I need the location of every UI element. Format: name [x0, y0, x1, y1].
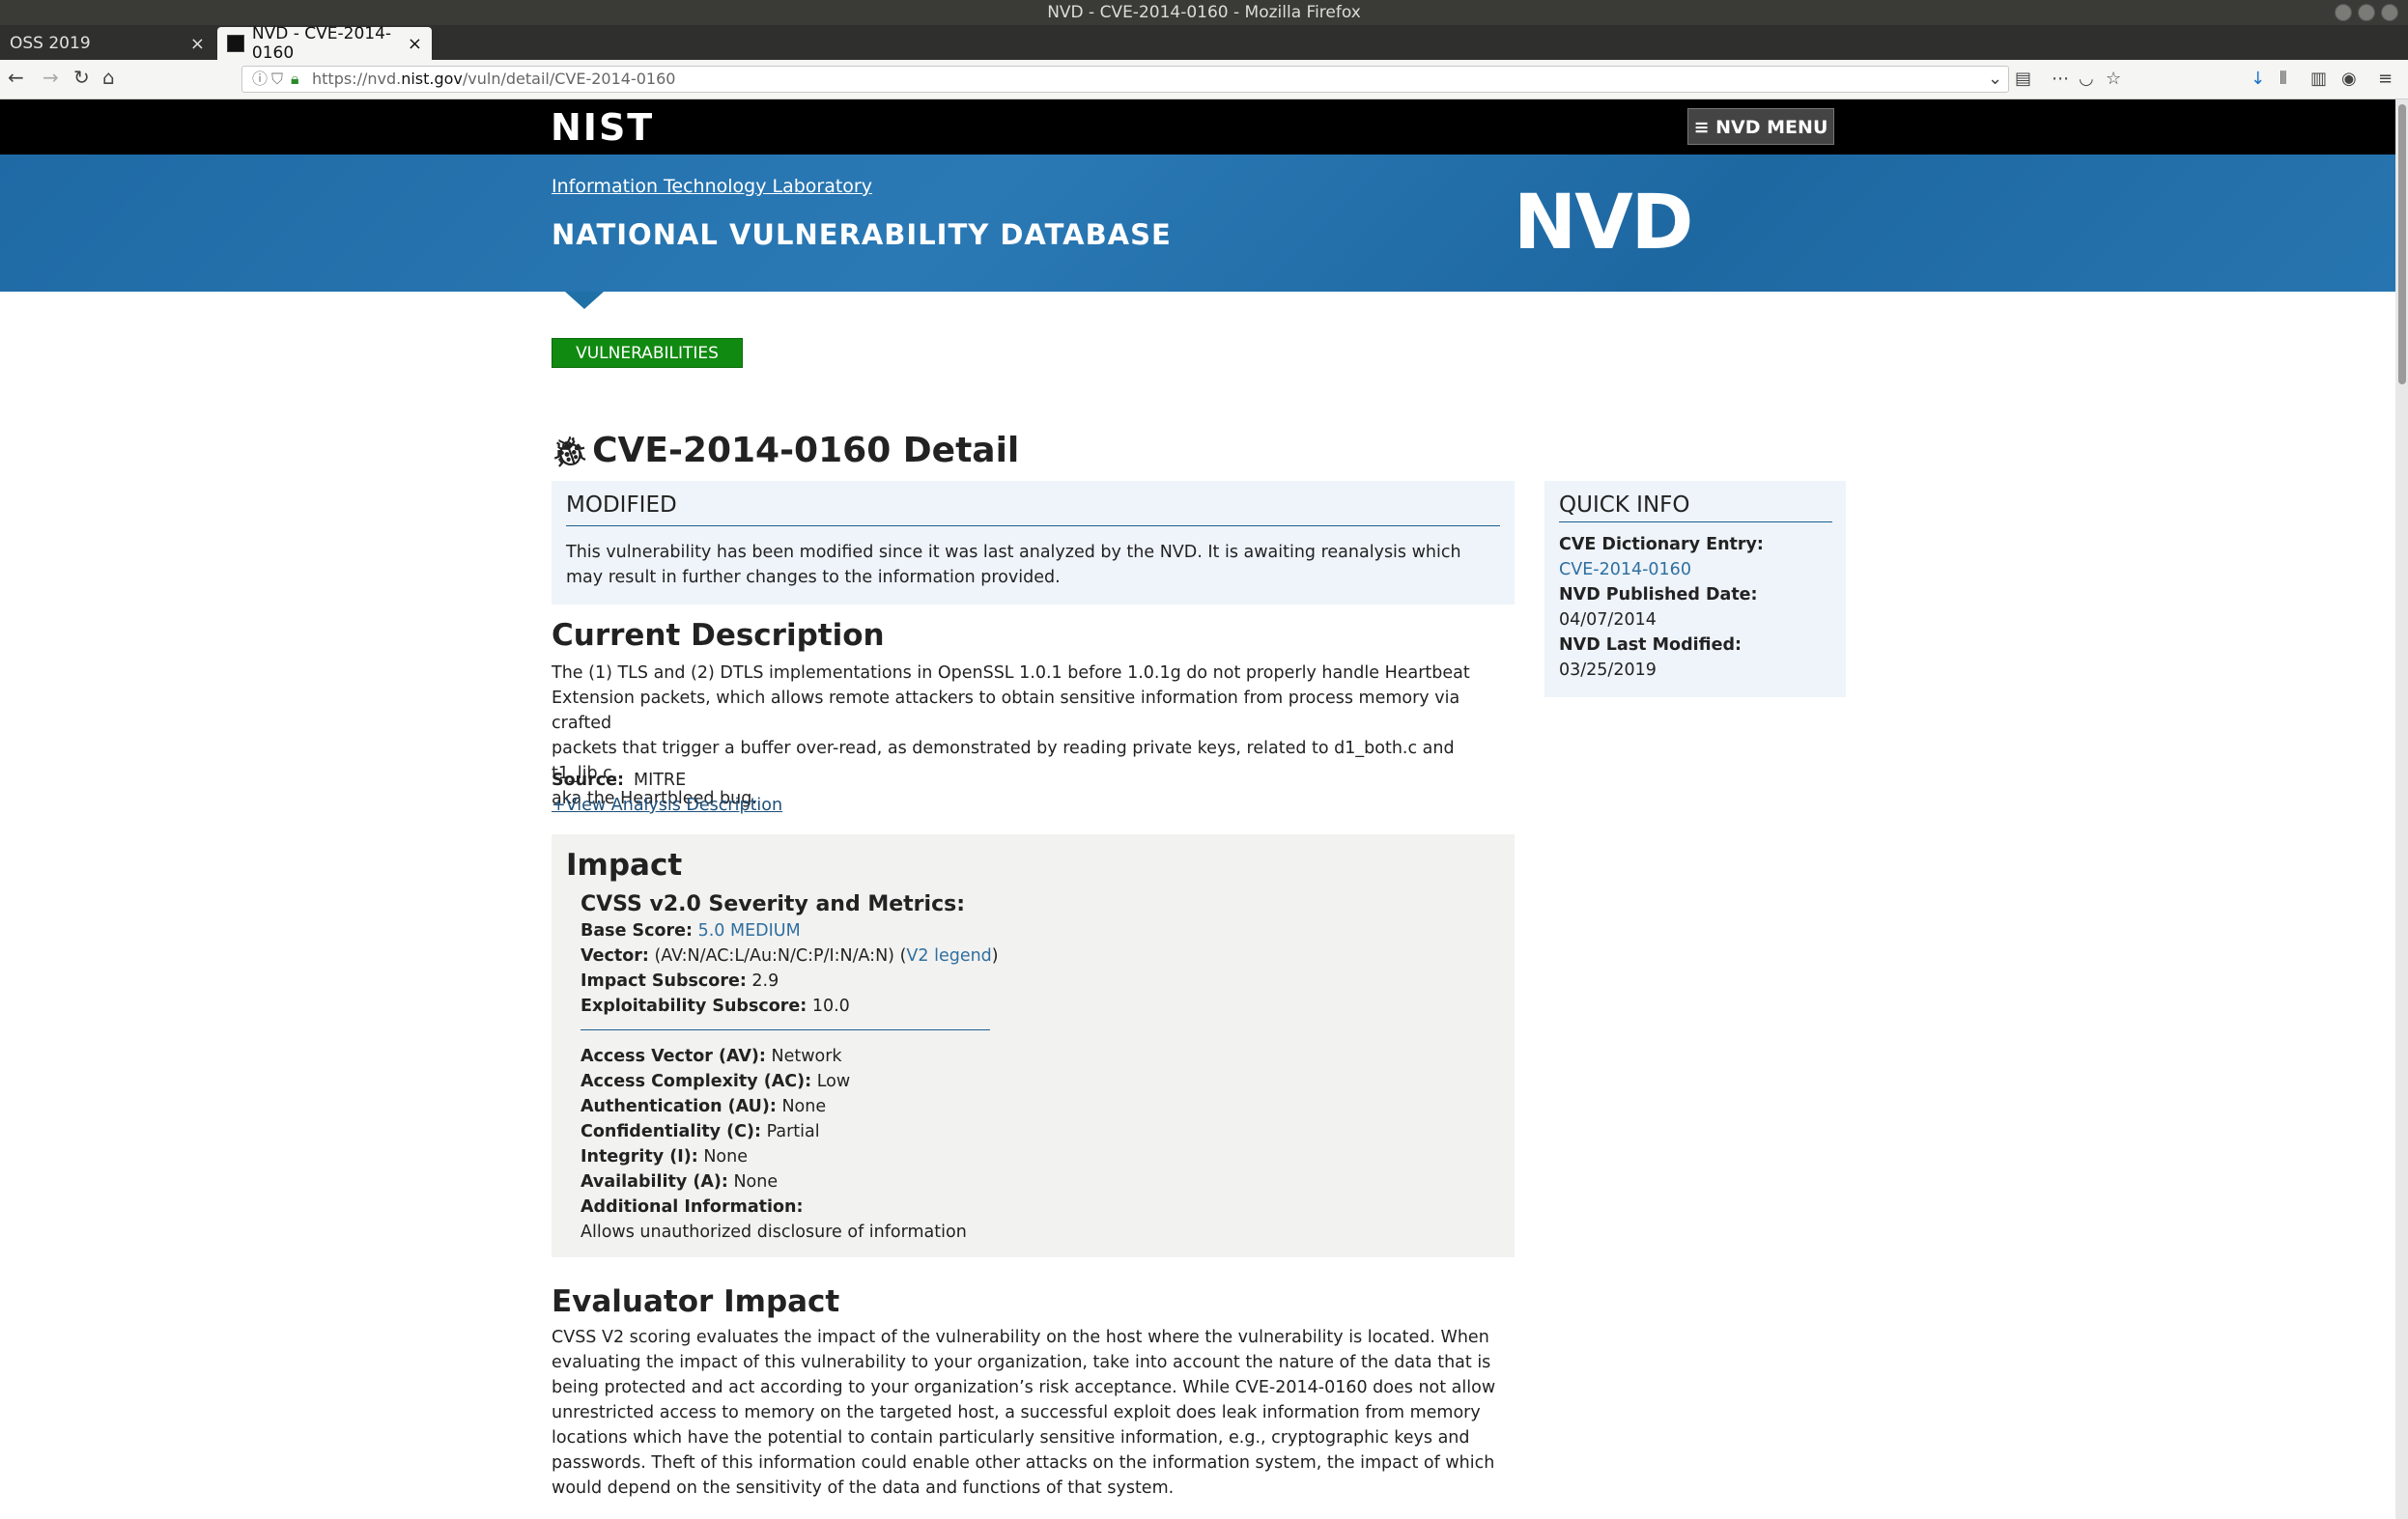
hamburger-menu-icon[interactable]: ≡	[2378, 69, 2393, 89]
pocket-icon[interactable]: ◡	[2079, 69, 2094, 89]
base-score-row: Base Score: 5.0 MEDIUM	[581, 921, 801, 941]
nvd-favicon-icon	[227, 35, 244, 52]
minimize-icon[interactable]	[2335, 4, 2352, 21]
source-label: Source:	[552, 771, 624, 790]
tab-strip: OSS 2019 × NVD - CVE-2014-0160 × +	[0, 24, 2408, 83]
source-value: MITRE	[633, 771, 687, 790]
tracking-shield-icon[interactable]: ⛉	[271, 67, 283, 92]
metric-row: Access Complexity (AC): Low	[581, 1072, 851, 1091]
url-dropdown-icon[interactable]: ⌄	[1988, 69, 2002, 89]
cve-detail-title: CVE-2014-0160 Detail	[592, 431, 1020, 470]
dict-entry-label: CVE Dictionary Entry:	[1559, 535, 1764, 554]
bookmark-star-icon[interactable]: ☆	[2106, 69, 2121, 89]
extension-icon[interactable]: ◉	[2341, 69, 2357, 89]
navigation-toolbar: ← → ↻ ⌂ ⓘ ⛉ 🔒︎ https://nvd.nist.gov/vuln…	[0, 60, 2408, 99]
quick-info-panel: QUICK INFO CVE Dictionary Entry: CVE-201…	[1544, 481, 1846, 697]
nist-header-bar	[0, 99, 2395, 155]
window-controls	[2335, 4, 2398, 21]
published-label: NVD Published Date:	[1559, 585, 1758, 605]
metric-row: Confidentiality (C): Partial	[581, 1122, 820, 1141]
base-score-link[interactable]: 5.0 MEDIUM	[698, 921, 801, 941]
metric-row: Integrity (I): None	[581, 1147, 748, 1167]
reload-icon[interactable]: ↻	[73, 66, 90, 89]
modified-text: This vulnerability has been modified sin…	[566, 543, 1461, 587]
vector-row: Vector: (AV:N/AC:L/Au:N/C:P/I:N/A:N) (V2…	[581, 946, 999, 966]
metric-row: Authentication (AU): None	[581, 1097, 827, 1116]
maximize-icon[interactable]	[2358, 4, 2375, 21]
window-titlebar: NVD - CVE-2014-0160 - Mozilla Firefox	[0, 0, 2408, 25]
metric-row: Availability (A): None	[581, 1172, 779, 1192]
itl-link[interactable]: Information Technology Laboratory	[552, 176, 872, 197]
downloads-icon[interactable]: ↓	[2251, 69, 2265, 89]
impact-heading: Impact	[566, 848, 683, 883]
modified-title: MODIFIED	[566, 492, 1500, 526]
impact-panel: Impact CVSS v2.0 Severity and Metrics: B…	[552, 834, 1515, 1257]
published-value: 04/07/2014	[1559, 610, 1657, 630]
nvd-menu-button[interactable]: ≡ NVD MENU	[1687, 108, 1834, 145]
tab-close-icon[interactable]: ×	[408, 34, 422, 54]
description-line: The (1) TLS and (2) DTLS implementations…	[552, 663, 1470, 683]
tab-oss-2019[interactable]: OSS 2019 ×	[0, 27, 214, 60]
impact-divider	[581, 1029, 990, 1030]
banner-pointer	[565, 292, 604, 309]
additional-info-text: Allows unauthorized disclosure of inform…	[581, 1223, 967, 1242]
dict-entry-link[interactable]: CVE-2014-0160	[1559, 560, 1691, 579]
tab-nvd[interactable]: NVD - CVE-2014-0160 ×	[217, 24, 432, 63]
nvd-logo[interactable]: NVD	[1514, 180, 1693, 267]
library-icon[interactable]: ⫴	[2280, 69, 2287, 89]
forward-icon[interactable]: →	[42, 66, 59, 89]
metric-row: Access Vector (AV): Network	[581, 1047, 842, 1066]
description-line: Extension packets, which allows remote a…	[552, 689, 1460, 733]
impact-subscore-row: Impact Subscore: 2.9	[581, 971, 779, 991]
description-line: packets that trigger a buffer over-read,…	[552, 739, 1455, 783]
vulnerabilities-button[interactable]: VULNERABILITIES	[552, 338, 743, 368]
lock-icon[interactable]: 🔒︎	[291, 67, 299, 92]
window-title: NVD - CVE-2014-0160 - Mozilla Firefox	[1047, 3, 1361, 22]
quick-info-heading: QUICK INFO	[1559, 492, 1832, 522]
exploitability-row: Exploitability Subscore: 10.0	[581, 997, 850, 1016]
cvss-heading: CVSS v2.0 Severity and Metrics:	[581, 892, 966, 916]
current-description: The (1) TLS and (2) DTLS implementations…	[552, 661, 1517, 811]
url-text[interactable]: https://nvd.nist.gov/vuln/detail/CVE-201…	[312, 67, 675, 92]
current-description-heading: Current Description	[552, 618, 885, 653]
page-title: 🐞︎ CVE-2014-0160 Detail	[552, 431, 1019, 470]
reader-view-icon[interactable]: ▤	[2015, 69, 2031, 89]
v2-legend-link[interactable]: V2 legend	[906, 946, 991, 966]
nvd-banner	[0, 155, 2395, 292]
back-icon[interactable]: ←	[8, 66, 24, 89]
address-bar[interactable]: ⓘ ⛉ 🔒︎ https://nvd.nist.gov/vuln/detail/…	[241, 66, 2009, 93]
view-analysis-link[interactable]: +View Analysis Description	[552, 796, 782, 815]
tab-label: OSS 2019	[10, 34, 91, 53]
tab-label: NVD - CVE-2014-0160	[251, 24, 392, 63]
metric-row: Additional Information:	[581, 1197, 804, 1217]
modified-notice: MODIFIED This vulnerability has been mod…	[552, 481, 1515, 605]
nist-logo[interactable]: NIST	[551, 106, 654, 149]
vector-value: (AV:N/AC:L/Au:N/C:P/I:N/A:N)	[654, 946, 895, 966]
evaluator-impact-heading: Evaluator Impact	[552, 1284, 840, 1319]
site-info-icon[interactable]: ⓘ	[252, 67, 268, 92]
evaluator-impact-text: CVSS V2 scoring evaluates the impact of …	[552, 1328, 1496, 1498]
bug-icon: 🐞︎	[552, 436, 589, 469]
page-actions-icon[interactable]: ⋯	[2052, 69, 2069, 89]
last-modified-label: NVD Last Modified:	[1559, 635, 1742, 655]
last-modified-value: 03/25/2019	[1559, 661, 1657, 680]
sidebar-icon[interactable]: ▥	[2310, 69, 2327, 89]
source-line: Source: MITRE	[552, 771, 686, 790]
close-window-icon[interactable]	[2381, 4, 2398, 21]
home-icon[interactable]: ⌂	[102, 66, 115, 89]
database-title[interactable]: NATIONAL VULNERABILITY DATABASE	[552, 218, 1172, 251]
scrollbar-thumb[interactable]	[2398, 104, 2406, 384]
tab-close-icon[interactable]: ×	[190, 34, 205, 54]
